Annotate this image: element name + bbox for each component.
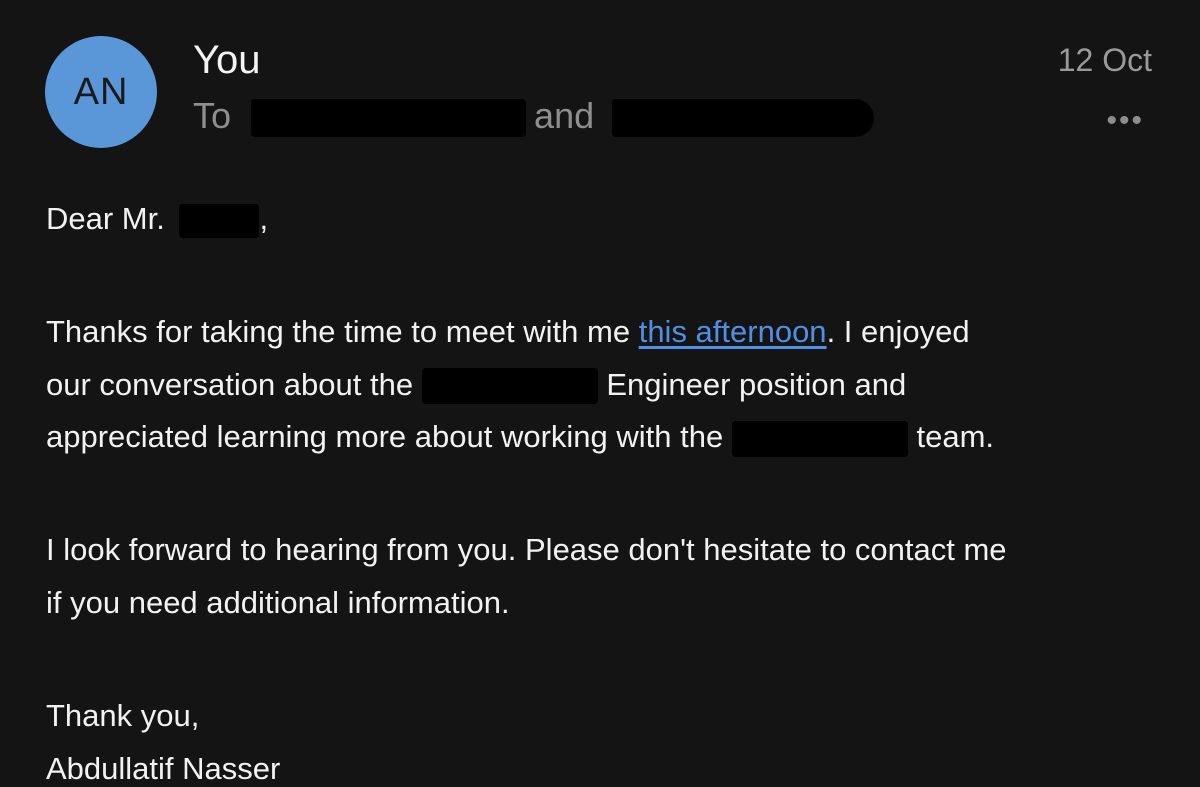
avatar[interactable]: AN xyxy=(45,36,157,148)
p1-line2-text-a: our conversation about the xyxy=(46,366,422,402)
p1-text-b: . I enjoyed xyxy=(826,314,970,349)
sender-name: You xyxy=(193,38,261,82)
redacted-position xyxy=(421,368,598,405)
redacted-recipient-2 xyxy=(612,99,875,138)
redacted-team xyxy=(731,420,908,457)
paragraph-1-line-3: appreciated learning more about working … xyxy=(46,411,994,464)
greeting-line: Dear Mr. , xyxy=(46,193,268,246)
more-options-icon[interactable]: ••• xyxy=(1106,104,1144,138)
paragraph-2-line-1: I look forward to hearing from you. Plea… xyxy=(46,532,1007,567)
paragraph-1: Thanks for taking the time to meet with … xyxy=(46,306,994,464)
greeting-text: Dear Mr. xyxy=(46,201,165,236)
paragraph-1-line-2: our conversation about the Engineer posi… xyxy=(46,359,994,412)
signature-line: Abdullatif Nasser xyxy=(46,750,281,786)
time-link[interactable]: this afternoon xyxy=(639,314,827,349)
p1-line3-text-a: appreciated learning more about working … xyxy=(46,419,732,454)
greeting-comma: , xyxy=(259,201,269,236)
p1-line2-text-b: Engineer position and xyxy=(597,366,907,402)
recipients-joiner: and xyxy=(534,95,595,136)
paragraph-1-line-1: Thanks for taking the time to meet with … xyxy=(46,306,994,359)
p1-text-a: Thanks for taking the time to meet with … xyxy=(46,314,639,349)
message-date: 12 Oct xyxy=(1057,42,1152,78)
p1-line3-text-b: team. xyxy=(907,419,995,454)
paragraph-2-line-2: if you need additional information. xyxy=(46,584,510,620)
recipients-line[interactable]: To and xyxy=(193,95,875,138)
to-label: To xyxy=(193,95,232,136)
redacted-recipient-1 xyxy=(251,99,527,138)
closing-line: Thank you, xyxy=(46,698,200,733)
avatar-initials: AN xyxy=(73,70,129,113)
paragraph-2: I look forward to hearing from you. Plea… xyxy=(46,524,1007,629)
sign-off: Thank you, Abdullatif Nasser xyxy=(46,690,280,787)
redacted-name xyxy=(179,203,260,238)
